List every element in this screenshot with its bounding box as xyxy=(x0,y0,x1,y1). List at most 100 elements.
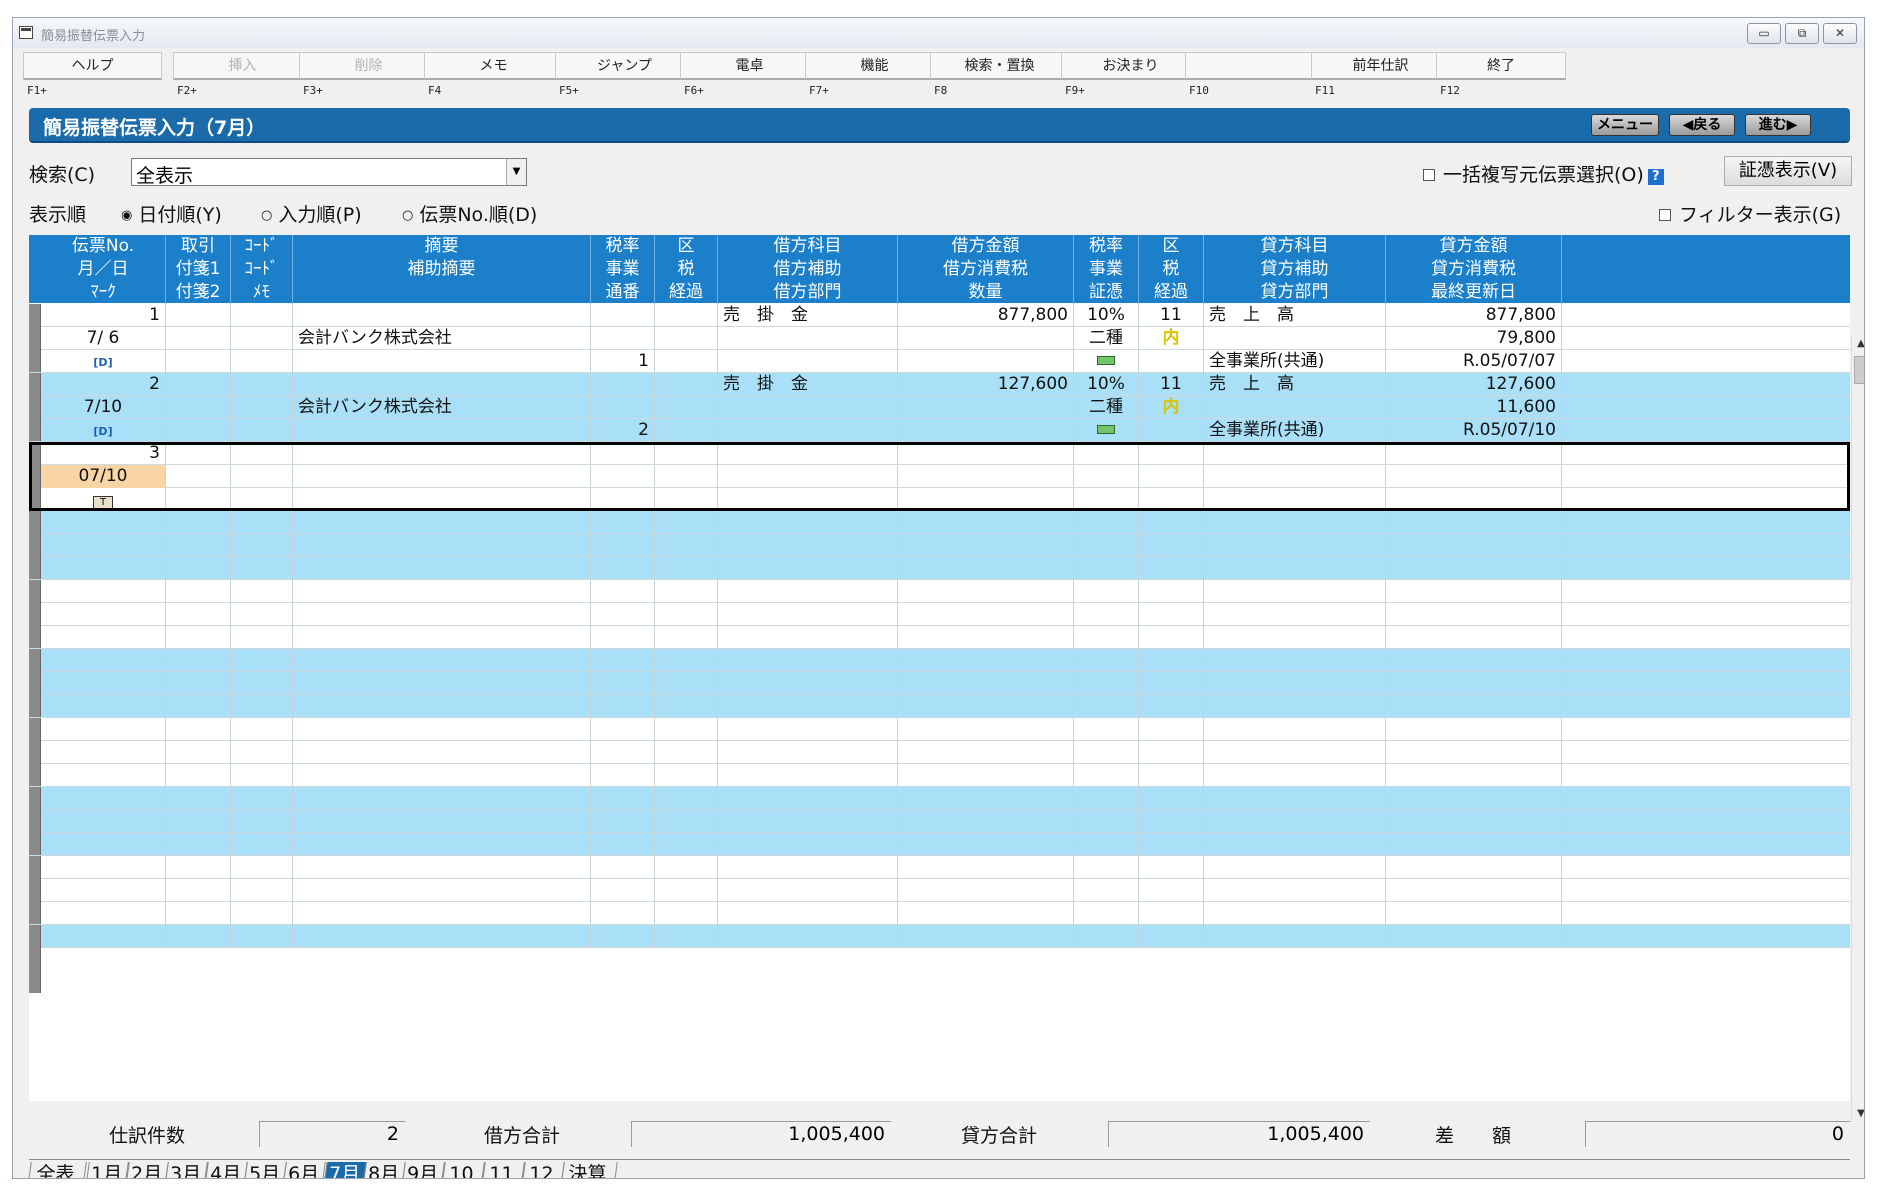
table-cell[interactable] xyxy=(655,879,718,902)
table-cell[interactable] xyxy=(1204,718,1386,741)
filter-checkbox[interactable] xyxy=(1659,209,1671,221)
table-cell[interactable] xyxy=(591,787,655,810)
table-cell[interactable] xyxy=(293,856,591,879)
table-cell[interactable] xyxy=(1204,465,1386,488)
table-cell[interactable] xyxy=(231,396,293,419)
table-cell[interactable] xyxy=(655,833,718,856)
table-cell[interactable] xyxy=(1139,879,1204,902)
table-cell[interactable] xyxy=(1139,856,1204,879)
table-cell[interactable] xyxy=(1386,442,1562,465)
table-cell[interactable] xyxy=(293,488,591,511)
table-cell[interactable] xyxy=(231,902,293,925)
table-cell[interactable] xyxy=(1074,603,1139,626)
table-cell[interactable] xyxy=(591,465,655,488)
table-cell[interactable]: 10% xyxy=(1074,304,1139,327)
table-cell[interactable] xyxy=(898,396,1074,419)
table-cell[interactable] xyxy=(655,603,718,626)
chevron-down-icon[interactable]: ▼ xyxy=(506,159,526,185)
menu-button[interactable]: メニュー xyxy=(1591,114,1659,136)
table-cell[interactable] xyxy=(718,442,898,465)
table-row[interactable] xyxy=(29,925,1850,948)
table-cell[interactable] xyxy=(718,856,898,879)
table-row[interactable] xyxy=(29,511,1850,534)
table-cell[interactable] xyxy=(1074,764,1139,787)
table-cell[interactable] xyxy=(655,304,718,327)
table-cell[interactable] xyxy=(1139,718,1204,741)
table-cell[interactable] xyxy=(41,603,166,626)
table-cell[interactable] xyxy=(293,626,591,649)
table-cell[interactable] xyxy=(1074,833,1139,856)
table-cell[interactable] xyxy=(655,810,718,833)
table-cell[interactable] xyxy=(1139,810,1204,833)
function-key-button[interactable]: 終了 xyxy=(1436,52,1566,80)
table-cell[interactable]: 会計バンク株式会社 xyxy=(293,396,591,419)
table-cell[interactable] xyxy=(41,741,166,764)
scroll-thumb[interactable] xyxy=(1854,356,1864,384)
table-cell[interactable] xyxy=(1139,419,1204,442)
table-cell[interactable] xyxy=(1204,580,1386,603)
table-cell[interactable] xyxy=(231,741,293,764)
scroll-down-icon[interactable]: ▼ xyxy=(1852,1106,1864,1122)
table-cell[interactable] xyxy=(41,718,166,741)
restore-button[interactable]: ⧉ xyxy=(1785,23,1819,44)
table-cell[interactable] xyxy=(591,580,655,603)
table-cell[interactable] xyxy=(898,764,1074,787)
table-row[interactable] xyxy=(29,603,1850,626)
table-cell[interactable] xyxy=(718,557,898,580)
table-cell[interactable] xyxy=(166,833,231,856)
function-key-1[interactable]: ヘルプ F1+ xyxy=(23,52,162,102)
table-cell[interactable]: R.05/07/07 xyxy=(1386,350,1562,373)
table-cell[interactable] xyxy=(41,787,166,810)
table-cell[interactable] xyxy=(1386,488,1562,511)
table-cell[interactable] xyxy=(1139,511,1204,534)
table-cell[interactable] xyxy=(591,672,655,695)
table-cell[interactable] xyxy=(1074,718,1139,741)
function-key-button[interactable]: 検索・置換 xyxy=(930,52,1069,80)
table-row[interactable]: 07/10 xyxy=(29,465,1850,488)
table-cell[interactable] xyxy=(1204,672,1386,695)
table-cell[interactable] xyxy=(166,626,231,649)
month-tab[interactable]: 1月 xyxy=(85,1162,129,1178)
table-cell[interactable] xyxy=(1139,833,1204,856)
table-cell[interactable] xyxy=(1139,787,1204,810)
table-cell[interactable]: 2 xyxy=(41,373,166,396)
function-key-10[interactable]: F10 xyxy=(1185,52,1324,102)
table-cell[interactable] xyxy=(1204,764,1386,787)
table-cell[interactable] xyxy=(718,327,898,350)
function-key-button[interactable]: ヘルプ xyxy=(23,52,162,80)
table-cell[interactable] xyxy=(1074,856,1139,879)
table-cell[interactable] xyxy=(231,557,293,580)
table-cell[interactable] xyxy=(655,695,718,718)
function-key-4[interactable]: メモ F4 xyxy=(424,52,563,102)
table-row[interactable] xyxy=(29,856,1850,879)
table-cell[interactable] xyxy=(166,741,231,764)
table-cell[interactable] xyxy=(1074,534,1139,557)
table-cell[interactable] xyxy=(591,741,655,764)
table-cell[interactable] xyxy=(166,902,231,925)
table-cell[interactable] xyxy=(231,534,293,557)
table-cell[interactable] xyxy=(655,557,718,580)
table-cell[interactable] xyxy=(655,787,718,810)
table-cell[interactable] xyxy=(166,856,231,879)
table-row[interactable] xyxy=(29,672,1850,695)
close-button[interactable]: ✕ xyxy=(1823,23,1857,44)
table-cell[interactable] xyxy=(293,718,591,741)
table-cell[interactable] xyxy=(591,304,655,327)
table-cell[interactable] xyxy=(1386,879,1562,902)
table-cell[interactable] xyxy=(231,327,293,350)
table-cell[interactable] xyxy=(1386,603,1562,626)
table-cell[interactable] xyxy=(1139,580,1204,603)
table-cell[interactable] xyxy=(718,534,898,557)
table-cell[interactable] xyxy=(1139,672,1204,695)
table-cell[interactable] xyxy=(293,672,591,695)
table-cell[interactable] xyxy=(591,695,655,718)
bulk-copy-checkbox[interactable] xyxy=(1423,169,1435,181)
table-cell[interactable] xyxy=(898,465,1074,488)
table-cell[interactable] xyxy=(655,672,718,695)
table-cell[interactable] xyxy=(293,603,591,626)
table-cell[interactable] xyxy=(591,833,655,856)
table-cell[interactable] xyxy=(898,350,1074,373)
table-cell[interactable] xyxy=(591,488,655,511)
table-cell[interactable] xyxy=(898,603,1074,626)
table-cell[interactable] xyxy=(231,672,293,695)
